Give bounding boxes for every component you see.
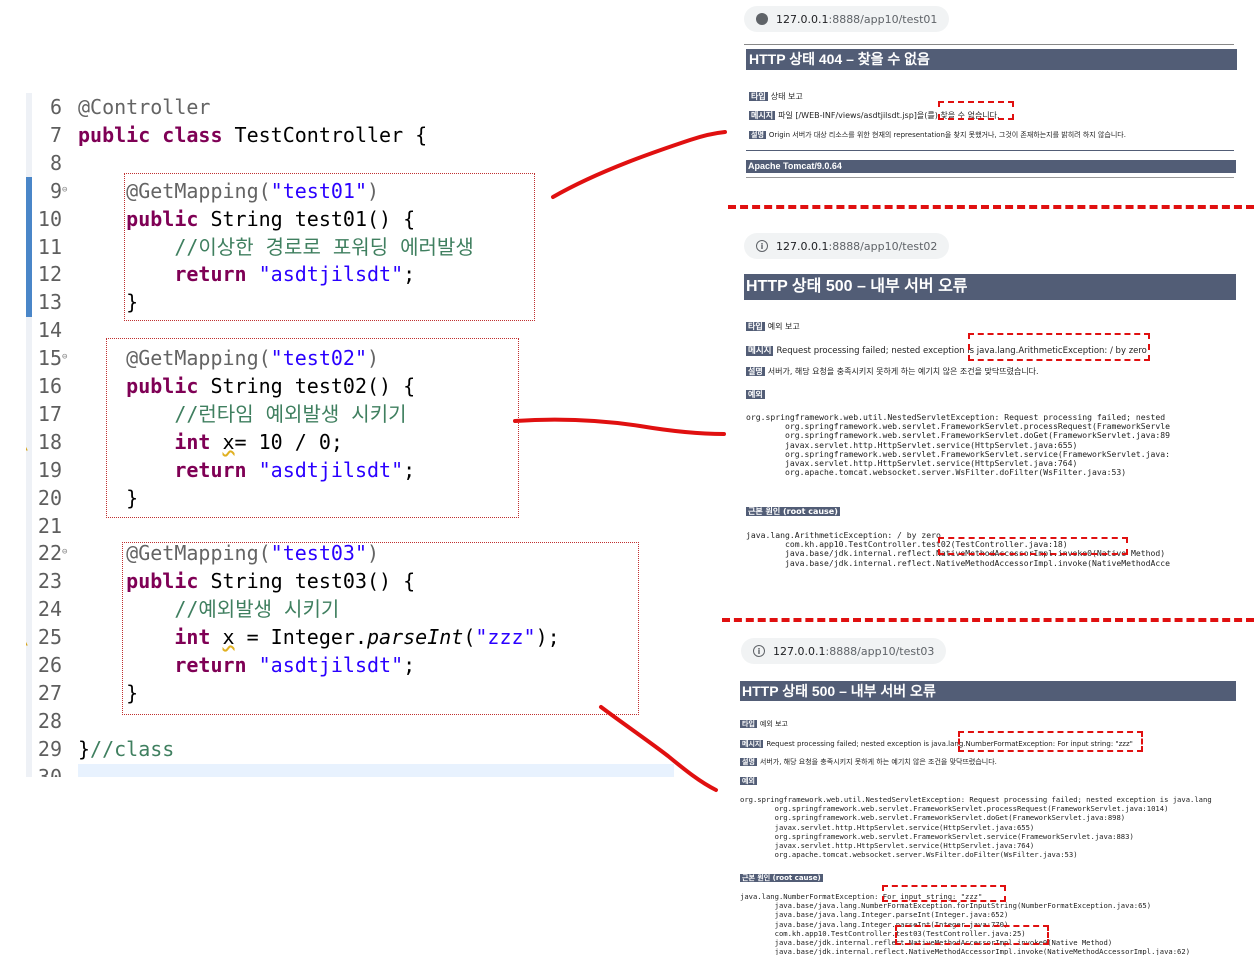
arrow-test02 <box>513 417 726 436</box>
arrow-test03 <box>599 705 718 792</box>
annotation-arrows <box>513 130 727 792</box>
arrow-test01 <box>551 130 727 199</box>
